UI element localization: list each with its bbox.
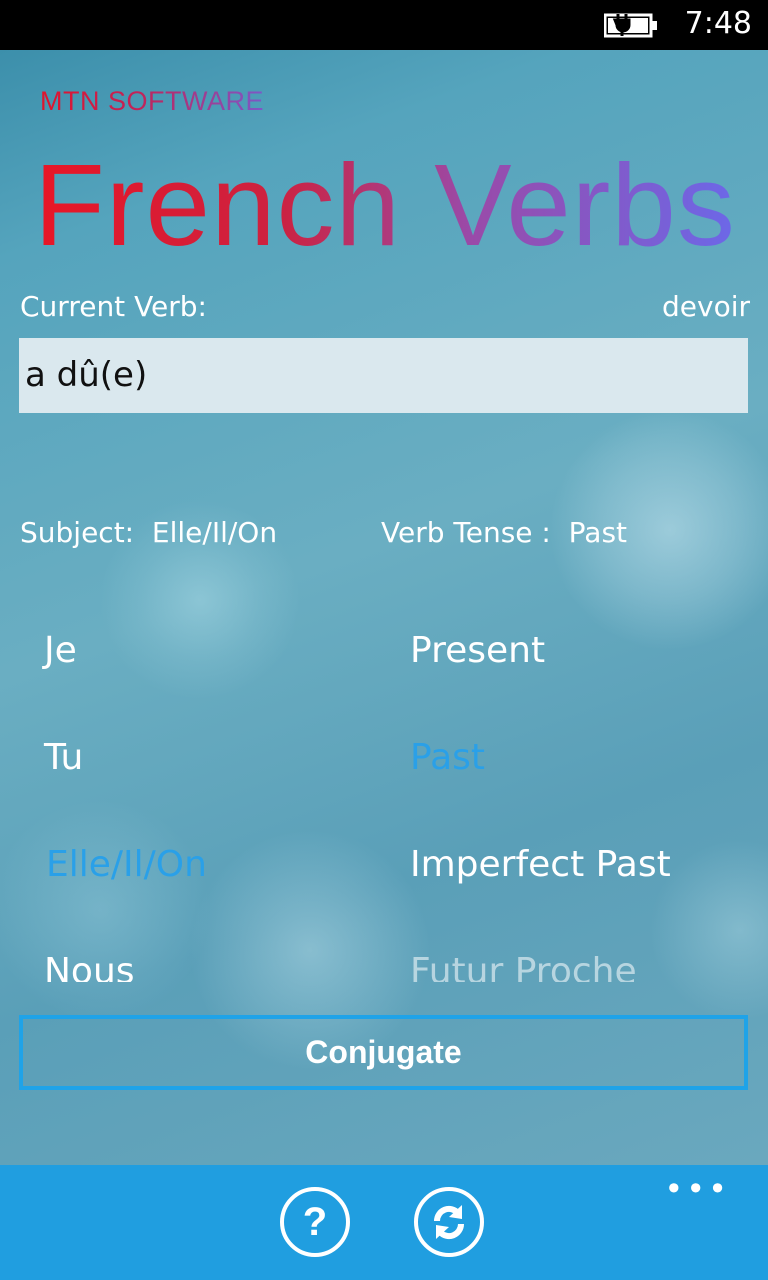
clock: 7:48 xyxy=(684,6,752,41)
app-bar: ? ••• xyxy=(0,1165,768,1280)
tense-value: Past xyxy=(568,516,628,549)
conjugate-button[interactable]: Conjugate xyxy=(19,1015,748,1090)
status-bar: 7:48 xyxy=(0,0,768,50)
subject-label: Subject: xyxy=(20,516,135,549)
help-button[interactable]: ? xyxy=(280,1187,350,1257)
subject-item-tu[interactable]: Tu xyxy=(44,737,83,779)
refresh-icon xyxy=(433,1205,465,1240)
subject-item-elle-il-on[interactable]: Elle/Il/On xyxy=(46,844,207,886)
current-verb-value: devoir xyxy=(662,290,750,323)
help-icon: ? xyxy=(303,1200,327,1244)
subject-item-je[interactable]: Je xyxy=(44,630,77,672)
subject-summary: Subject: Elle/Il/On xyxy=(20,516,277,550)
tense-summary: Verb Tense : Past xyxy=(381,516,627,550)
picker-area: Je Tu Elle/Il/On Nous Present Past Imper… xyxy=(0,610,768,982)
subject-item-nous[interactable]: Nous xyxy=(44,951,135,982)
tense-item-past[interactable]: Past xyxy=(410,737,485,779)
conjugation-output[interactable]: a dû(e) xyxy=(19,338,748,413)
tense-label: Verb Tense : xyxy=(381,516,551,549)
app-page: MTN SOFTWARE French Verbs Current Verb: … xyxy=(0,50,768,1165)
battery-charging-icon xyxy=(604,13,657,38)
svg-text:?: ? xyxy=(303,1200,327,1244)
brand-label: MTN SOFTWARE xyxy=(40,86,264,116)
tense-item-futur-proche[interactable]: Futur Proche xyxy=(410,951,637,982)
current-verb-label: Current Verb: xyxy=(20,290,207,323)
refresh-button[interactable] xyxy=(414,1187,484,1257)
more-options-button[interactable]: ••• xyxy=(664,1173,730,1205)
app-title: French Verbs xyxy=(34,130,736,280)
subject-value: Elle/Il/On xyxy=(151,516,278,549)
tense-item-present[interactable]: Present xyxy=(410,630,545,672)
tense-item-imperfect-past[interactable]: Imperfect Past xyxy=(410,844,671,886)
